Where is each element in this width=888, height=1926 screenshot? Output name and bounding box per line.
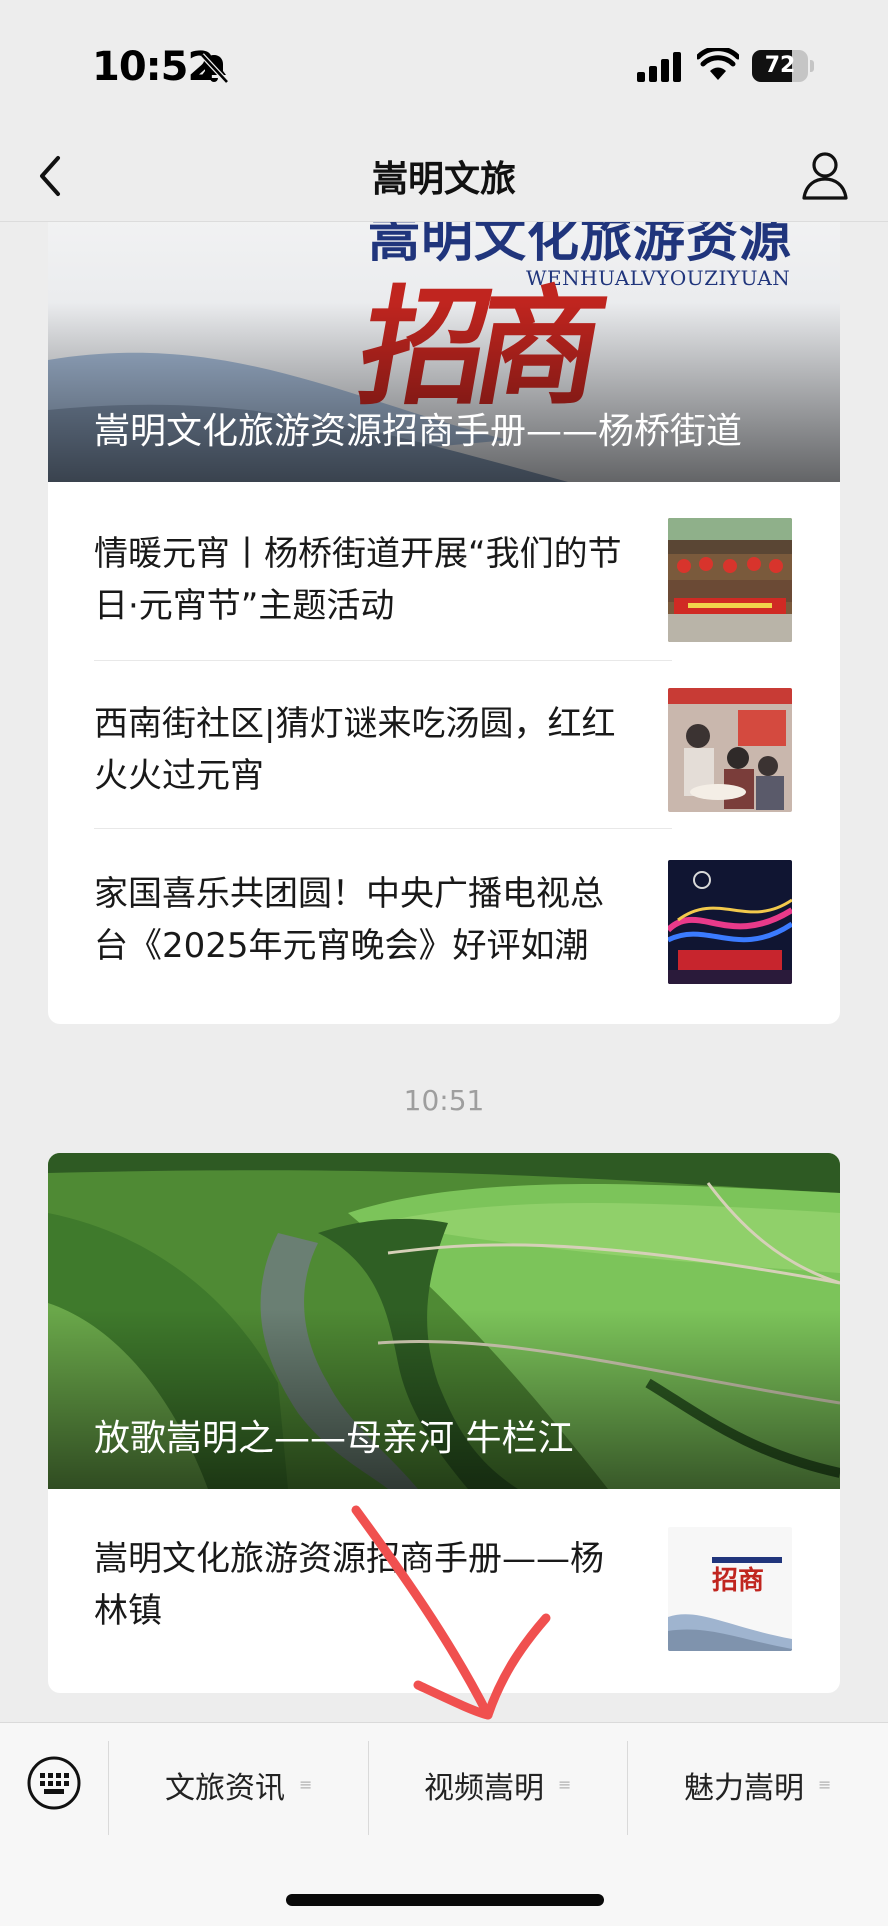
divider <box>94 660 672 661</box>
article-item[interactable]: 情暖元宵丨杨桥街道开展“我们的节日·元宵节”主题活动 <box>94 518 794 698</box>
battery-level: 72 <box>764 53 796 78</box>
keyboard-icon[interactable] <box>26 1755 82 1811</box>
article-item[interactable]: 家国喜乐共团圆！中央广播电视总台《2025年元宵晚会》好评如潮 <box>94 860 794 1024</box>
gala-stage-photo <box>668 860 792 984</box>
menu-item-label: 魅力嵩明 <box>684 1771 804 1806</box>
article-title: 家国喜乐共团圆！中央广播电视总台《2025年元宵晚会》好评如潮 <box>94 874 604 966</box>
menu-item-news[interactable]: 文旅资讯 ≡ <box>110 1739 368 1831</box>
home-indicator[interactable] <box>286 1894 604 1906</box>
cover-title: 嵩明文化旅游资源招商手册——杨桥街道 <box>94 411 743 452</box>
menu-item-label: 视频嵩明 <box>424 1771 544 1806</box>
article-title: 情暖元宵丨杨桥街道开展“我们的节日·元宵节”主题活动 <box>94 534 622 626</box>
cellular-signal-icon <box>637 52 681 82</box>
riddle-and-tangyuan-photo <box>668 688 792 812</box>
menu-item-video[interactable]: 视频嵩明 ≡ <box>369 1739 627 1831</box>
bell-slash-icon <box>200 53 229 84</box>
battery-icon: 72 <box>752 50 808 82</box>
article-title: 西南街社区|猜灯谜来吃汤圆，红红火火过元宵 <box>94 704 616 796</box>
lantern-festival-banner-photo <box>668 518 792 642</box>
svg-text:招商: 招商 <box>712 1565 764 1596</box>
message-card: 嵩明文化旅游资源 WENHUALVYOUZIYUAN 招商 嵩明文化旅游资源招商… <box>48 160 840 1024</box>
person-icon[interactable] <box>800 148 850 204</box>
article-item[interactable]: 西南街社区|猜灯谜来吃汤圆，红红火火过元宵 <box>94 688 794 868</box>
menu-separator <box>108 1741 109 1835</box>
menu-lines-icon: ≡ <box>299 1775 313 1794</box>
article-item[interactable]: 嵩明文化旅游资源招商手册——杨林镇 招商 <box>94 1527 794 1693</box>
brochure-cover-thumbnail: 招商 <box>668 1527 792 1651</box>
status-bar: 10:52 72 <box>0 0 888 130</box>
menu-item-label: 文旅资讯 <box>165 1771 285 1806</box>
divider <box>94 828 672 829</box>
nav-bar: 嵩明文旅 <box>0 130 888 222</box>
wifi-icon <box>697 48 739 80</box>
cover-title: 放歌嵩明之——母亲河 牛栏江 <box>94 1418 574 1459</box>
menu-lines-icon: ≡ <box>558 1775 572 1794</box>
battery-terminal <box>810 60 814 72</box>
page-title: 嵩明文旅 <box>371 159 516 200</box>
article-title: 嵩明文化旅游资源招商手册——杨林镇 <box>94 1539 604 1631</box>
time-separator: 10:51 <box>403 1084 485 1117</box>
menu-lines-icon: ≡ <box>818 1775 832 1794</box>
menu-item-charm[interactable]: 魅力嵩明 ≡ <box>628 1739 888 1831</box>
message-card: 放歌嵩明之——母亲河 牛栏江 嵩明文化旅游资源招商手册——杨林镇 招商 <box>48 1153 840 1693</box>
cover-article[interactable]: 放歌嵩明之——母亲河 牛栏江 <box>48 1153 840 1489</box>
